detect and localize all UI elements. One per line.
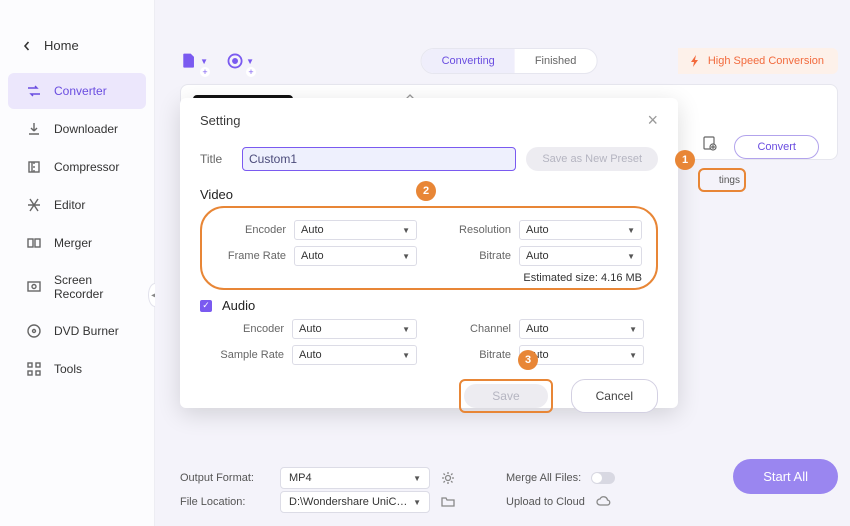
high-speed-label: High Speed Conversion	[708, 55, 824, 67]
compressor-icon	[26, 159, 42, 175]
file-location-label: File Location:	[180, 496, 270, 508]
sidebar-item-editor[interactable]: Editor	[8, 187, 146, 223]
sidebar-item-label: Downloader	[54, 122, 118, 136]
toolbar: + ▼ + ▼ Converting Finished High Speed C…	[180, 45, 838, 77]
video-resolution-select[interactable]: Auto▼	[519, 220, 642, 240]
video-encoder-select[interactable]: Auto▼	[294, 220, 417, 240]
video-bitrate-select[interactable]: Auto▼	[519, 246, 642, 266]
audio-encoder-select[interactable]: Auto▼	[292, 319, 417, 339]
sidebar-item-label: Tools	[54, 362, 82, 376]
plus-icon: +	[246, 67, 256, 77]
downloader-icon	[26, 121, 42, 137]
sidebar-item-label: Editor	[54, 198, 85, 212]
sidebar-item-label: DVD Burner	[54, 324, 119, 338]
start-all-button[interactable]: Start All	[733, 459, 838, 494]
sidebar: Home Converter Downloader Compressor Edi…	[0, 0, 155, 526]
tab-converting[interactable]: Converting	[422, 49, 515, 73]
sidebar-item-dvdburner[interactable]: DVD Burner	[8, 313, 146, 349]
estimated-size: Estimated size: 4.16 MB	[216, 272, 642, 284]
sidebar-item-tools[interactable]: Tools	[8, 351, 146, 387]
merge-label: Merge All Files:	[506, 472, 581, 484]
save-button[interactable]: Save	[464, 384, 547, 408]
merge-switch[interactable]	[591, 472, 615, 484]
sidebar-item-merger[interactable]: Merger	[8, 225, 146, 261]
audio-checkbox[interactable]: ✓	[200, 300, 212, 312]
channel-label: Channel	[441, 323, 511, 335]
high-speed-toggle[interactable]: High Speed Conversion	[678, 48, 838, 74]
cancel-button[interactable]: Cancel	[571, 379, 658, 413]
tab-switcher: Converting Finished	[421, 48, 598, 74]
bitrate-label: Bitrate	[441, 250, 511, 262]
converter-icon	[26, 83, 42, 99]
sidebar-item-label: Compressor	[54, 160, 119, 174]
convert-button[interactable]: Convert	[734, 135, 819, 159]
back-home[interactable]: Home	[0, 30, 154, 71]
add-dvd-button[interactable]: + ▼	[226, 47, 254, 75]
sidebar-item-converter[interactable]: Converter	[8, 73, 146, 109]
save-preset-button[interactable]: Save as New Preset	[526, 147, 658, 171]
editor-icon	[26, 197, 42, 213]
folder-icon[interactable]	[440, 494, 456, 510]
audio-samplerate-select[interactable]: Auto▼	[292, 345, 417, 365]
title-input[interactable]	[242, 147, 516, 171]
home-label: Home	[44, 38, 79, 53]
gear-icon[interactable]	[440, 470, 456, 486]
annotation-1: 1	[675, 150, 695, 170]
dialog-title: Setting	[200, 113, 240, 128]
title-label: Title	[200, 152, 232, 166]
file-location-select[interactable]: D:\Wondershare UniConverter 1▼	[280, 491, 430, 513]
encoder-label: Encoder	[216, 224, 286, 236]
annotation-3: 3	[518, 350, 538, 370]
tools-icon	[26, 361, 42, 377]
resolution-label: Resolution	[441, 224, 511, 236]
settings-highlight: tings	[698, 168, 746, 192]
plus-icon: +	[200, 67, 210, 77]
upload-cloud-label: Upload to Cloud	[506, 496, 585, 508]
sidebar-item-screenrecorder[interactable]: Screen Recorder	[8, 263, 146, 311]
cloud-icon[interactable]	[595, 494, 611, 510]
video-framerate-select[interactable]: Auto▼	[294, 246, 417, 266]
sidebar-item-label: Screen Recorder	[54, 273, 128, 301]
dvdburner-icon	[26, 323, 42, 339]
close-icon[interactable]: ×	[647, 110, 658, 131]
chevron-down-icon: ▼	[200, 57, 208, 66]
tab-finished[interactable]: Finished	[515, 49, 597, 73]
annotation-2: 2	[416, 181, 436, 201]
samplerate-label: Sample Rate	[214, 349, 284, 361]
output-format-label: Output Format:	[180, 472, 270, 484]
audio-encoder-label: Encoder	[214, 323, 284, 335]
framerate-label: Frame Rate	[216, 250, 286, 262]
audio-channel-select[interactable]: Auto▼	[519, 319, 644, 339]
audio-heading: Audio	[222, 298, 255, 313]
video-settings-highlight: Encoder Auto▼ Resolution Auto▼ Frame Rat…	[200, 206, 658, 290]
bottombar: Output Format: MP4▼ Merge All Files: Fil…	[180, 466, 838, 514]
settings-dialog: Setting × Title Save as New Preset Video…	[180, 98, 678, 408]
sidebar-item-label: Converter	[54, 84, 107, 98]
sidebar-item-label: Merger	[54, 236, 92, 250]
merger-icon	[26, 235, 42, 251]
sidebar-item-compressor[interactable]: Compressor	[8, 149, 146, 185]
add-file-button[interactable]: + ▼	[180, 47, 208, 75]
sidebar-item-downloader[interactable]: Downloader	[8, 111, 146, 147]
output-format-select[interactable]: MP4▼	[280, 467, 430, 489]
screenrecorder-icon	[26, 279, 42, 295]
audio-bitrate-label: Bitrate	[441, 349, 511, 361]
chevron-down-icon: ▼	[246, 57, 254, 66]
save-highlight: Save	[459, 379, 552, 413]
output-settings[interactable]	[701, 135, 717, 151]
